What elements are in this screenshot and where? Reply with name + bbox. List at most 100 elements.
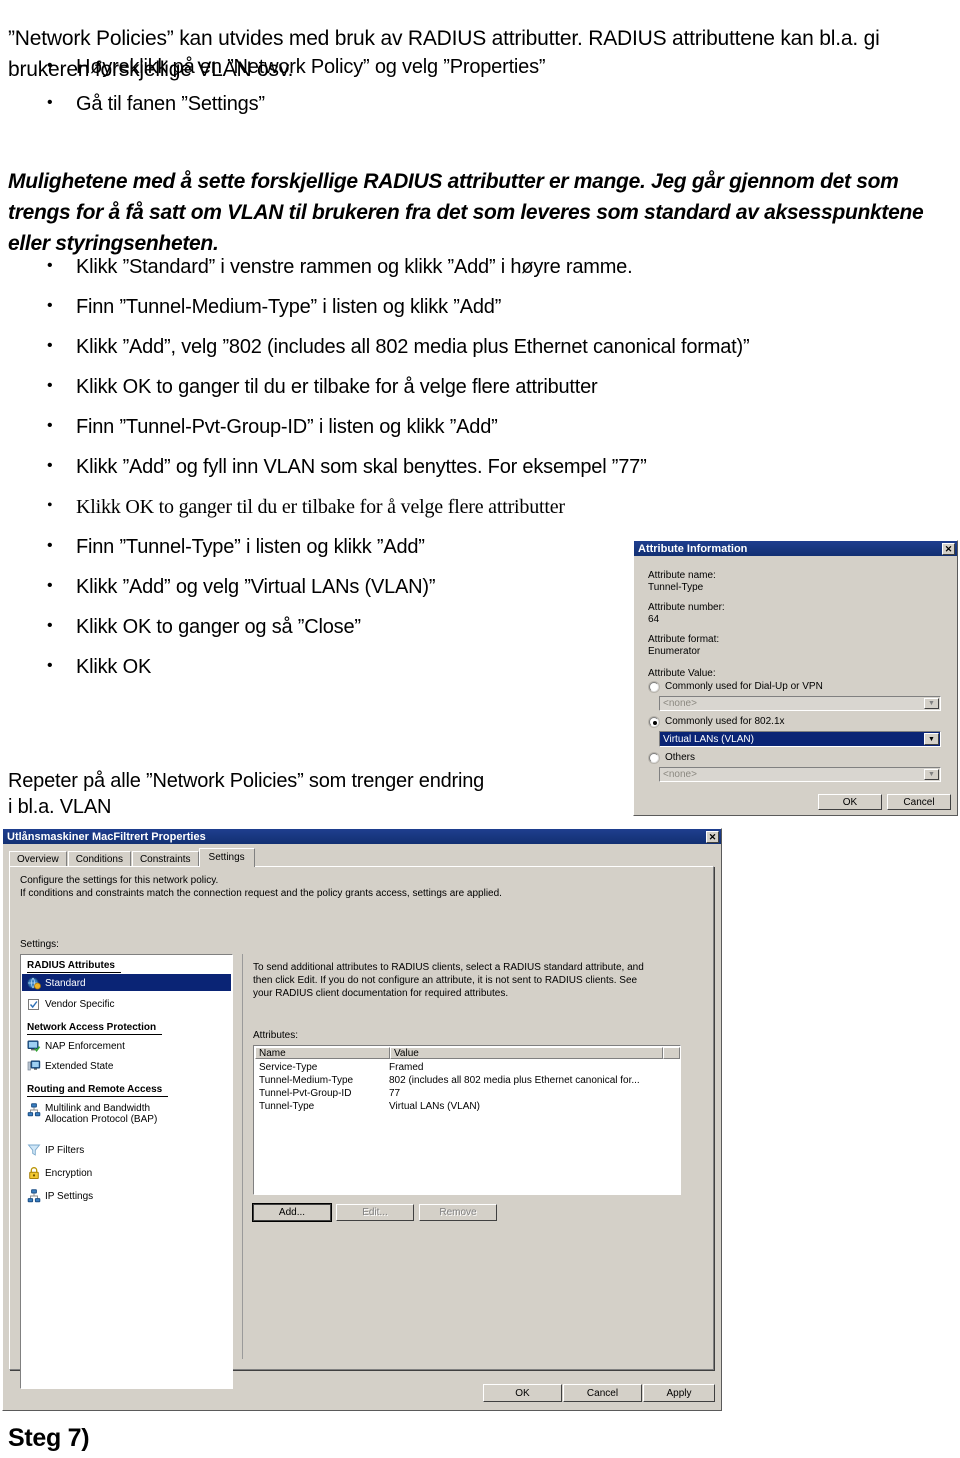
properties-titlebar: Utlånsmaskiner MacFiltrert Properties ✕	[3, 829, 721, 844]
tree-header-network-access-protection: Network Access Protection	[27, 1022, 163, 1035]
sidebar-item-label: IP Filters	[45, 1144, 85, 1156]
sidebar-item-label: IP Settings	[45, 1190, 94, 1202]
tab-settings[interactable]: Settings	[198, 848, 255, 867]
table-row[interactable]: Tunnel-Pvt-Group-ID 77	[259, 1088, 400, 1099]
cell-name: Service-Type	[259, 1062, 318, 1073]
dot1x-value-text: Virtual LANs (VLAN)	[663, 733, 754, 745]
attribute-format-label: Attribute format:	[648, 634, 720, 645]
attribute-dialog-body: Attribute name: Tunnel-Type Attribute nu…	[634, 556, 957, 815]
cell-name: Tunnel-Type	[259, 1101, 315, 1112]
panel-text-line-2: then click Edit. If you do not configure…	[253, 975, 638, 986]
cell-value: 77	[389, 1088, 401, 1099]
panel-text-line-1: To send additional attributes to RADIUS …	[253, 962, 644, 973]
cell-value: 802 (includes all 802 media plus Etherne…	[389, 1075, 640, 1086]
sidebar-item-multilink-bap[interactable]: Multilink and Bandwidth Allocation Proto…	[27, 1103, 157, 1125]
dot1x-value-combobox[interactable]: Virtual LANs (VLAN) ▼	[659, 731, 941, 747]
attribute-ok-button[interactable]: OK	[818, 794, 882, 810]
attribute-name-value: Tunnel-Type	[648, 582, 704, 593]
attributes-label: Attributes:	[253, 1030, 299, 1041]
attribute-format-value: Enumerator	[648, 646, 701, 657]
column-header-spacer	[663, 1047, 680, 1059]
attribute-information-dialog[interactable]: Attribute Information ✕ Attribute name: …	[633, 540, 958, 816]
list-item: Høyreklikk på en ”Network Policy” og vel…	[0, 54, 546, 79]
remove-attribute-button: Remove	[419, 1204, 497, 1221]
cell-name: Tunnel-Pvt-Group-ID	[259, 1088, 352, 1099]
network-nodes-icon	[27, 1189, 41, 1203]
sidebar-item-label: Standard	[45, 977, 86, 989]
apply-button[interactable]: Apply	[643, 1384, 715, 1402]
sidebar-item-label: NAP Enforcement	[45, 1040, 125, 1052]
sidebar-item-label: Vendor Specific	[45, 998, 115, 1010]
sidebar-item-extended-state[interactable]: Extended State	[27, 1059, 113, 1073]
cancel-button[interactable]: Cancel	[563, 1384, 642, 1402]
list-item: Gå til fanen ”Settings”	[0, 91, 545, 116]
radio-802-1x-label: Commonly used for 802.1x	[665, 716, 785, 727]
attribute-dialog-title: Attribute Information	[638, 542, 748, 555]
tab-conditions[interactable]: Conditions	[67, 851, 131, 867]
description-line-1: Configure the settings for this network …	[20, 875, 219, 886]
edit-attribute-button: Edit...	[336, 1204, 414, 1221]
properties-dialog-title: Utlånsmaskiner MacFiltrert Properties	[7, 830, 206, 843]
globe-icon	[27, 976, 41, 990]
list-item: Klikk OK to ganger til du er tilbake for…	[0, 374, 749, 399]
settings-tab-page: Configure the settings for this network …	[9, 866, 714, 1389]
list-item: Finn ”Tunnel-Medium-Type” i listen og kl…	[0, 294, 749, 319]
right-panel: To send additional attributes to RADIUS …	[242, 954, 703, 1359]
sidebar-item-vendor-specific[interactable]: Vendor Specific	[27, 997, 115, 1011]
settings-label: Settings:	[20, 939, 59, 950]
sidebar-item-label-2: Allocation Protocol (BAP)	[45, 1114, 158, 1125]
attribute-number-label: Attribute number:	[648, 602, 725, 613]
tree-header-routing-and-remote-access: Routing and Remote Access	[27, 1084, 169, 1097]
ok-button[interactable]: OK	[483, 1384, 562, 1402]
sidebar-item-standard-row[interactable]: Standard	[27, 976, 86, 990]
attribute-number-value: 64	[648, 614, 660, 625]
panel-filler	[253, 1229, 681, 1457]
list-item: Klikk ”Add”, velg ”802 (includes all 802…	[0, 334, 750, 359]
add-attribute-button[interactable]: Add...	[252, 1203, 332, 1222]
network-policy-properties-dialog[interactable]: Utlånsmaskiner MacFiltrert Properties ✕ …	[2, 828, 722, 1411]
funnel-icon	[27, 1143, 41, 1157]
list-item: Klikk ”Add” og fyll inn VLAN som skal be…	[0, 454, 749, 479]
sidebar-item-nap-enforcement[interactable]: NAP Enforcement	[27, 1039, 125, 1053]
italic-paragraph: Mulighetene med å sette forskjellige RAD…	[8, 170, 924, 255]
attributes-table[interactable]: Name Value Service-Type Framed Tunnel-Me…	[253, 1045, 681, 1195]
description-line-2: If conditions and constraints match the …	[20, 888, 502, 899]
radio-802-1x[interactable]	[649, 717, 659, 727]
sidebar-item-ip-filters[interactable]: IP Filters	[27, 1143, 84, 1157]
attribute-cancel-button[interactable]: Cancel	[887, 794, 951, 810]
checkbox-icon	[27, 997, 41, 1011]
table-header-row: Name Value	[254, 1046, 680, 1059]
radio-others-label: Others	[665, 752, 696, 763]
chevron-down-icon[interactable]: ▼	[924, 769, 939, 780]
column-header-name[interactable]: Name	[255, 1047, 390, 1059]
sidebar-item-label: Extended State	[45, 1060, 114, 1072]
table-row[interactable]: Tunnel-Medium-Type 802 (includes all 802…	[259, 1075, 640, 1086]
attribute-value-label: Attribute Value:	[648, 668, 716, 679]
close-icon[interactable]: ✕	[942, 542, 955, 555]
tree-header-radius-attributes: RADIUS Attributes	[27, 960, 121, 973]
chevron-down-icon[interactable]: ▼	[924, 733, 939, 745]
radio-dialup-vpn[interactable]	[649, 682, 659, 692]
footer-heading: Steg 7)	[8, 1424, 90, 1452]
sidebar-item-encryption[interactable]: Encryption	[27, 1166, 92, 1180]
dialup-value-text: <none>	[663, 698, 697, 709]
sidebar-item-label: Multilink and Bandwidth	[45, 1103, 151, 1114]
settings-tree[interactable]: RADIUS Attributes Standard Vendor Specif…	[20, 954, 233, 1389]
close-icon[interactable]: ✕	[706, 830, 719, 843]
tab-overview[interactable]: Overview	[9, 851, 67, 867]
dialup-value-combobox[interactable]: <none> ▼	[659, 696, 941, 711]
radio-others[interactable]	[649, 753, 659, 763]
table-row[interactable]: Tunnel-Type Virtual LANs (VLAN)	[259, 1101, 480, 1112]
repeat-paragraph: Repeter på alle ”Network Policies” som t…	[8, 770, 485, 818]
lock-icon	[27, 1166, 41, 1180]
panel-text-line-3: your RADIUS client documentation for req…	[253, 988, 509, 999]
column-header-value[interactable]: Value	[390, 1047, 663, 1059]
others-value-combobox[interactable]: <none> ▼	[659, 767, 941, 782]
tab-strip: Overview Conditions Constraints Settings	[9, 848, 255, 867]
chevron-down-icon[interactable]: ▼	[924, 698, 939, 709]
cell-name: Tunnel-Medium-Type	[259, 1075, 354, 1086]
table-row[interactable]: Service-Type Framed	[259, 1062, 423, 1073]
sidebar-item-ip-settings[interactable]: IP Settings	[27, 1189, 93, 1203]
list-item: Finn ”Tunnel-Pvt-Group-ID” i listen og k…	[0, 414, 749, 439]
tab-constraints[interactable]: Constraints	[131, 851, 199, 867]
